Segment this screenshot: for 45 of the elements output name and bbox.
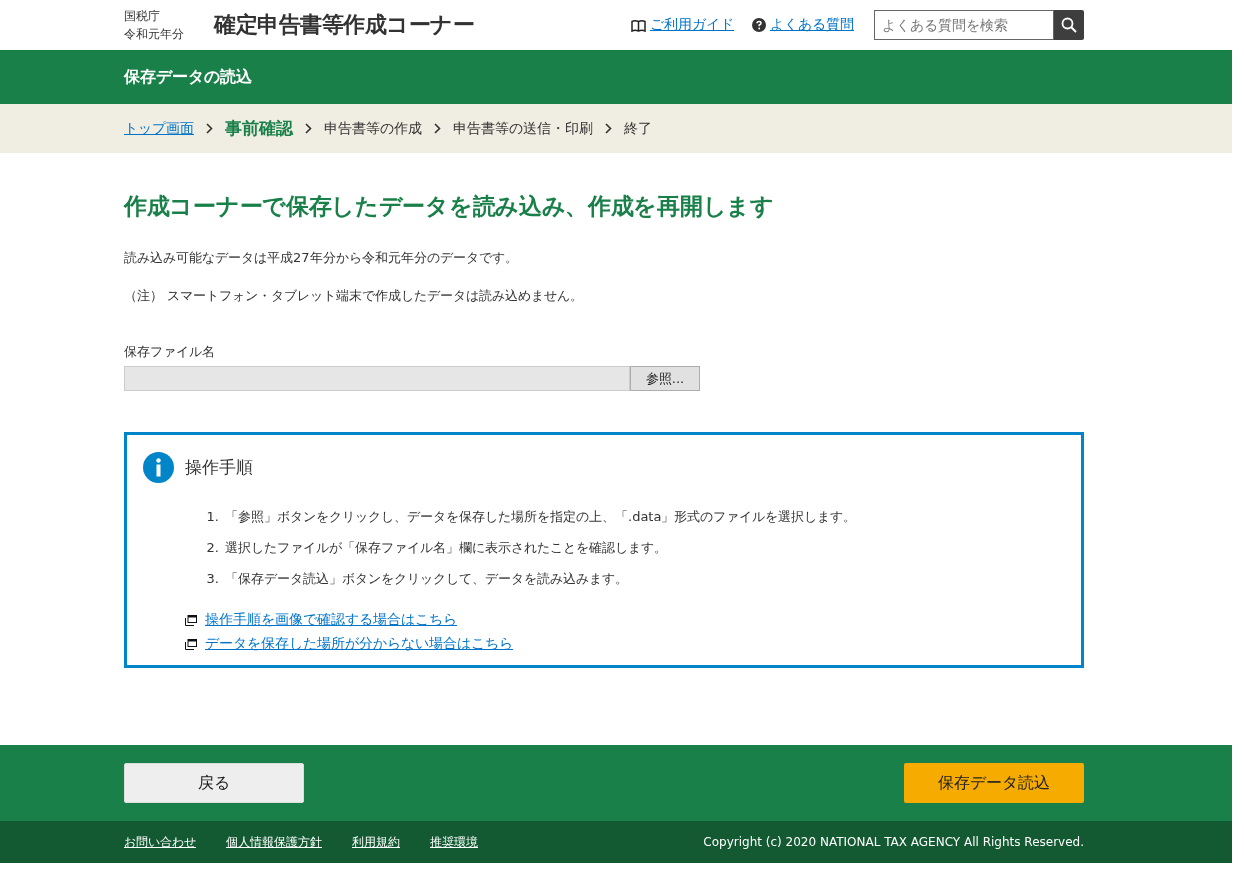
footer-link[interactable]: 利用規約 [352,833,400,851]
footer-link[interactable]: お問い合わせ [124,833,196,851]
header-link[interactable]: ご利用ガイド [650,16,734,34]
instruction-step: 選択したファイルが「保存ファイル名」欄に表示されたことを確認します。 [225,532,667,563]
load-data-button[interactable]: 保存データ読込 [904,763,1084,803]
instruction-step: 「保存データ読込」ボタンをクリックして、データを読み込みます。 [225,563,628,594]
agency-name: 国税庁 [124,8,161,25]
footer-link[interactable]: 推奨環境 [430,833,478,851]
page-title: 保存データの読込 [124,66,252,88]
header-link[interactable]: よくある質問 [770,16,854,34]
footer-link[interactable]: 個人情報保護方針 [226,833,322,851]
step-number: 3. [205,570,219,588]
breadcrumb-current-step: 事前確認 [225,117,293,140]
chevron-icon [206,123,213,134]
instruction-step: 「参照」ボタンをクリックし、データを保存した場所を指定の上、「.data」形式のファイルを選択します。 [225,501,857,532]
help-icon [752,18,766,32]
search-icon [1061,17,1077,33]
note-text: （注） スマートフォン・タブレット端末で作成したデータは読み込めません。 [124,287,585,305]
info-icon [143,452,174,483]
page-heading: 作成コーナーで保存したデータを読み込み、作成を再開します [124,192,775,221]
file-name-field[interactable] [124,366,630,391]
breadcrumb-link[interactable]: トップ画面 [124,119,194,138]
help-link[interactable]: データを保存した場所が分からない場合はこちら [205,635,513,653]
back-button[interactable]: 戻る [124,763,304,803]
copyright-text: Copyright (c) 2020 NATIONAL TAX AGENCY All Rights Reserved. [703,835,1084,849]
breadcrumb-step: 申告書等の送信・印刷 [453,119,593,138]
breadcrumb-step: 終了 [624,119,652,138]
chevron-icon [434,123,441,134]
search-field[interactable]: よくある質問を検索 [874,10,1054,40]
breadcrumb-step: 申告書等の作成 [324,119,422,138]
chevron-icon [305,123,312,134]
step-number: 2. [205,539,219,557]
step-number: 1. [205,508,219,526]
site-title: 確定申告書等作成コーナー [214,11,474,39]
browse-button[interactable]: 参照... [630,366,700,391]
file-field-label: 保存ファイル名 [124,343,216,361]
book-icon [631,18,646,32]
tax-year: 令和元年分 [124,26,185,43]
help-link[interactable]: 操作手順を画像で確認する場合はこちら [205,611,457,629]
search-button[interactable] [1054,10,1084,40]
chevron-icon [605,123,612,134]
info-title: 操作手順 [185,456,253,479]
description-text: 読み込み可能なデータは平成27年分から令和元年分のデータです。 [124,249,519,267]
new-window-icon [185,614,197,626]
new-window-icon [185,638,197,650]
